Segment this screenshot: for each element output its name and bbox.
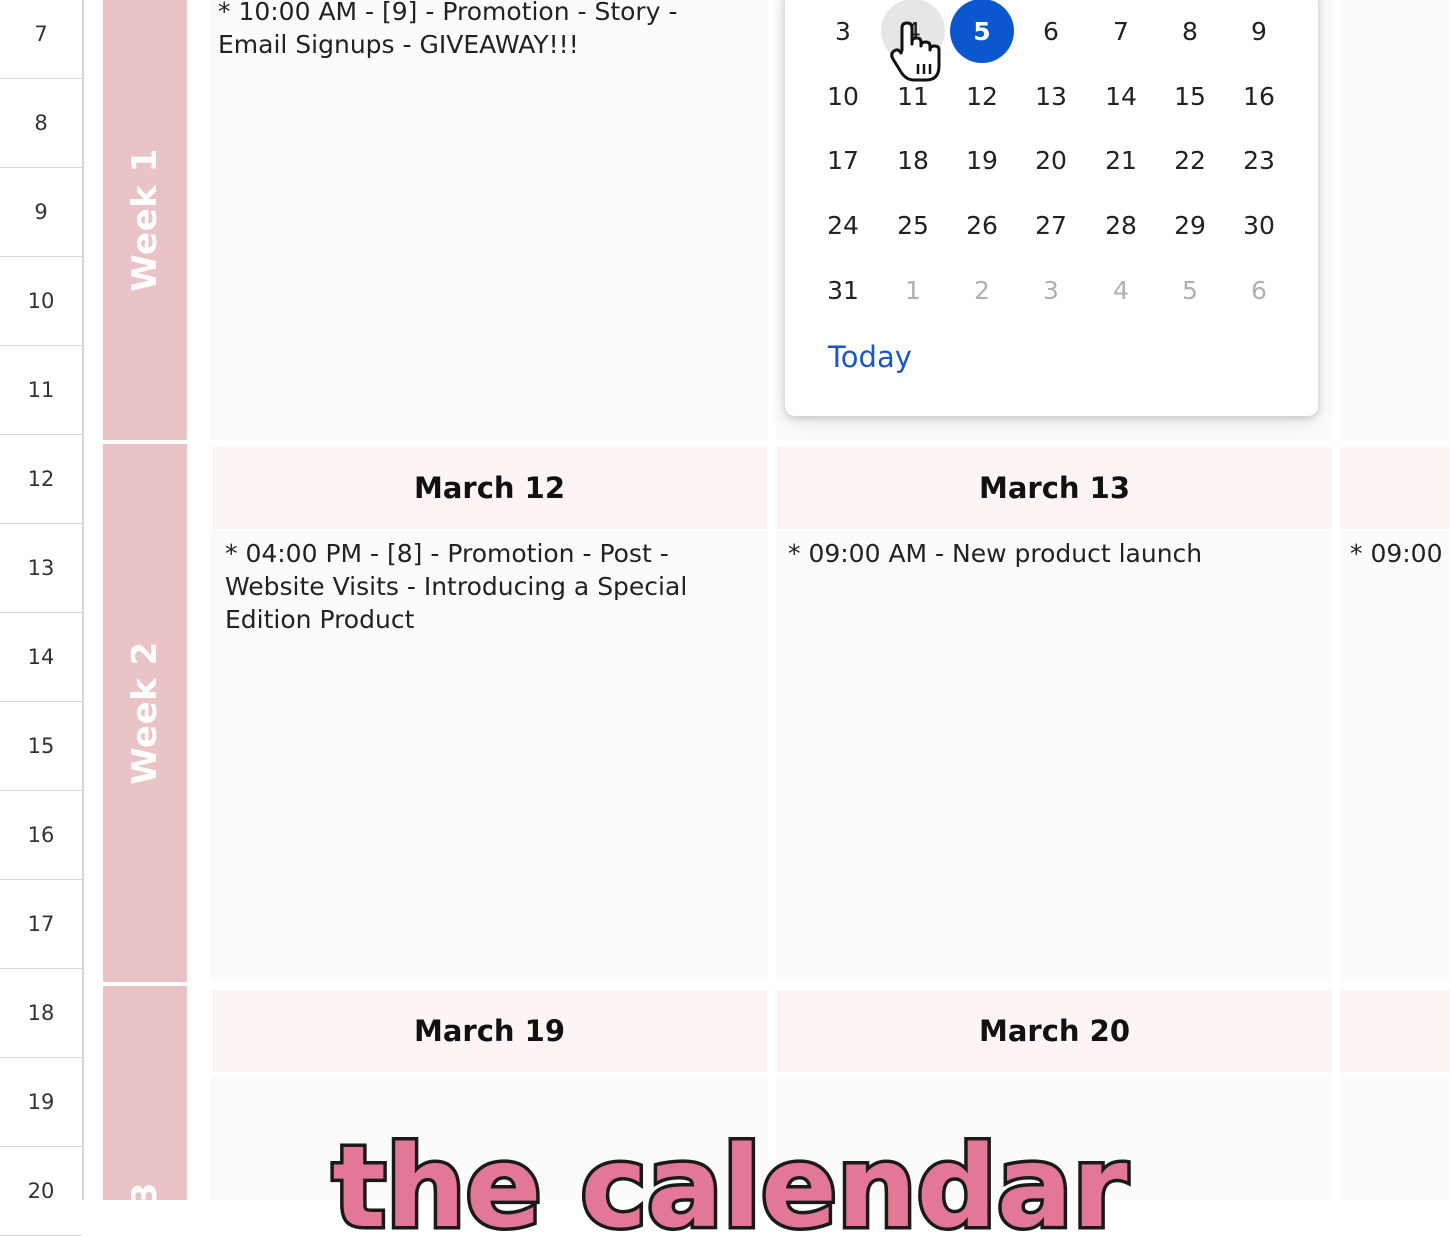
week-2-band: Week 2 [103,444,187,982]
date-picker-day[interactable]: 6 [1019,0,1083,63]
row-number[interactable]: 10 [0,257,82,346]
row-number[interactable]: 11 [0,346,82,435]
hand-pointer-icon [890,21,941,82]
date-picker-day[interactable]: 15 [1158,64,1222,128]
row-number[interactable]: 9 [0,168,82,257]
video-caption: the calendar [329,1120,1131,1236]
date-picker-day[interactable]: 9 [1227,0,1291,63]
row-number[interactable]: 17 [0,880,82,969]
date-picker-day[interactable]: 18 [881,128,945,192]
week-1-day-1-event[interactable]: * 10:00 AM - [9] - Promotion - Story - E… [218,0,763,61]
date-picker-day[interactable]: 5 [1158,258,1222,322]
week-2-day-2-cell[interactable] [775,531,1332,981]
date-picker-day[interactable]: 3 [1019,258,1083,322]
date-picker-day[interactable]: 29 [1158,193,1222,257]
row-number[interactable]: 19 [0,1058,82,1147]
row-number-column: 7 8 9 10 11 12 13 14 15 16 17 18 19 20 [0,0,82,1236]
date-picker-day[interactable]: 2 [950,258,1014,322]
row-header-divider [82,0,84,1200]
date-picker-day[interactable]: 6 [1227,258,1291,322]
row-number[interactable]: 14 [0,613,82,702]
week-2-day-1-event[interactable]: * 04:00 PM - [8] - Promotion - Post - We… [225,537,755,636]
week-3-day-3-cell[interactable] [1340,1075,1450,1200]
date-picker-day-selected[interactable]: 5 [950,0,1014,63]
date-picker-day[interactable]: 4 [1089,258,1153,322]
day-header-march-20: March 20 [777,990,1332,1072]
date-picker-day[interactable]: 17 [811,128,875,192]
caption-text: the calendar [332,1123,1127,1236]
row-number[interactable]: 16 [0,791,82,880]
date-picker-day[interactable]: 24 [811,193,875,257]
today-button[interactable]: Today [828,340,912,374]
date-picker-day[interactable]: 3 [811,0,875,63]
date-picker-day[interactable]: 16 [1227,64,1291,128]
week-3-band: 3 [103,986,187,1206]
row-number[interactable]: 8 [0,79,82,168]
week-2-day-3-cell[interactable] [1340,531,1450,981]
day-header-march-13: March 13 [777,447,1332,529]
date-picker-day[interactable]: 23 [1227,128,1291,192]
date-picker-day[interactable]: 26 [950,193,1014,257]
date-picker-day[interactable]: 28 [1089,193,1153,257]
row-number[interactable]: 12 [0,435,82,524]
date-picker-day[interactable]: 19 [950,128,1014,192]
date-picker-day[interactable]: 20 [1019,128,1083,192]
week-1-band: Week 1 [103,0,187,440]
row-number[interactable]: 13 [0,524,82,613]
row-number[interactable]: 20 [0,1147,82,1236]
week-2-label: Week 2 [125,641,166,785]
week-2-day-2-event[interactable]: * 09:00 AM - New product launch [788,537,1328,570]
week-1-day-1-cell[interactable] [210,0,767,440]
date-picker-day[interactable]: 12 [950,64,1014,128]
date-picker-day[interactable]: 13 [1019,64,1083,128]
date-picker-day[interactable]: 22 [1158,128,1222,192]
day-header-march-12: March 12 [212,447,767,529]
date-picker-day[interactable]: 30 [1227,193,1291,257]
week-3-label: 3 [124,1181,165,1207]
row-number[interactable]: 15 [0,702,82,791]
date-picker-day[interactable]: 1 [881,258,945,322]
date-picker-day[interactable]: 14 [1089,64,1153,128]
day-header-march-19: March 19 [212,990,767,1072]
date-picker-day[interactable]: 27 [1019,193,1083,257]
date-picker-day[interactable]: 31 [811,258,875,322]
date-picker-day[interactable]: 8 [1158,0,1222,63]
row-number[interactable]: 7 [0,0,82,79]
day-header-partial-3 [1340,990,1450,1072]
row-number[interactable]: 18 [0,969,82,1058]
week-2-day-3-event[interactable]: * 09:00 [1350,537,1450,570]
date-picker-day[interactable]: 21 [1089,128,1153,192]
date-picker-day[interactable]: 25 [881,193,945,257]
date-picker-day[interactable]: 10 [811,64,875,128]
week-1-label: Week 1 [125,148,166,292]
date-picker-day[interactable]: 7 [1089,0,1153,63]
week-1-day-3-cell[interactable] [1340,0,1450,440]
day-header-partial [1340,447,1450,529]
